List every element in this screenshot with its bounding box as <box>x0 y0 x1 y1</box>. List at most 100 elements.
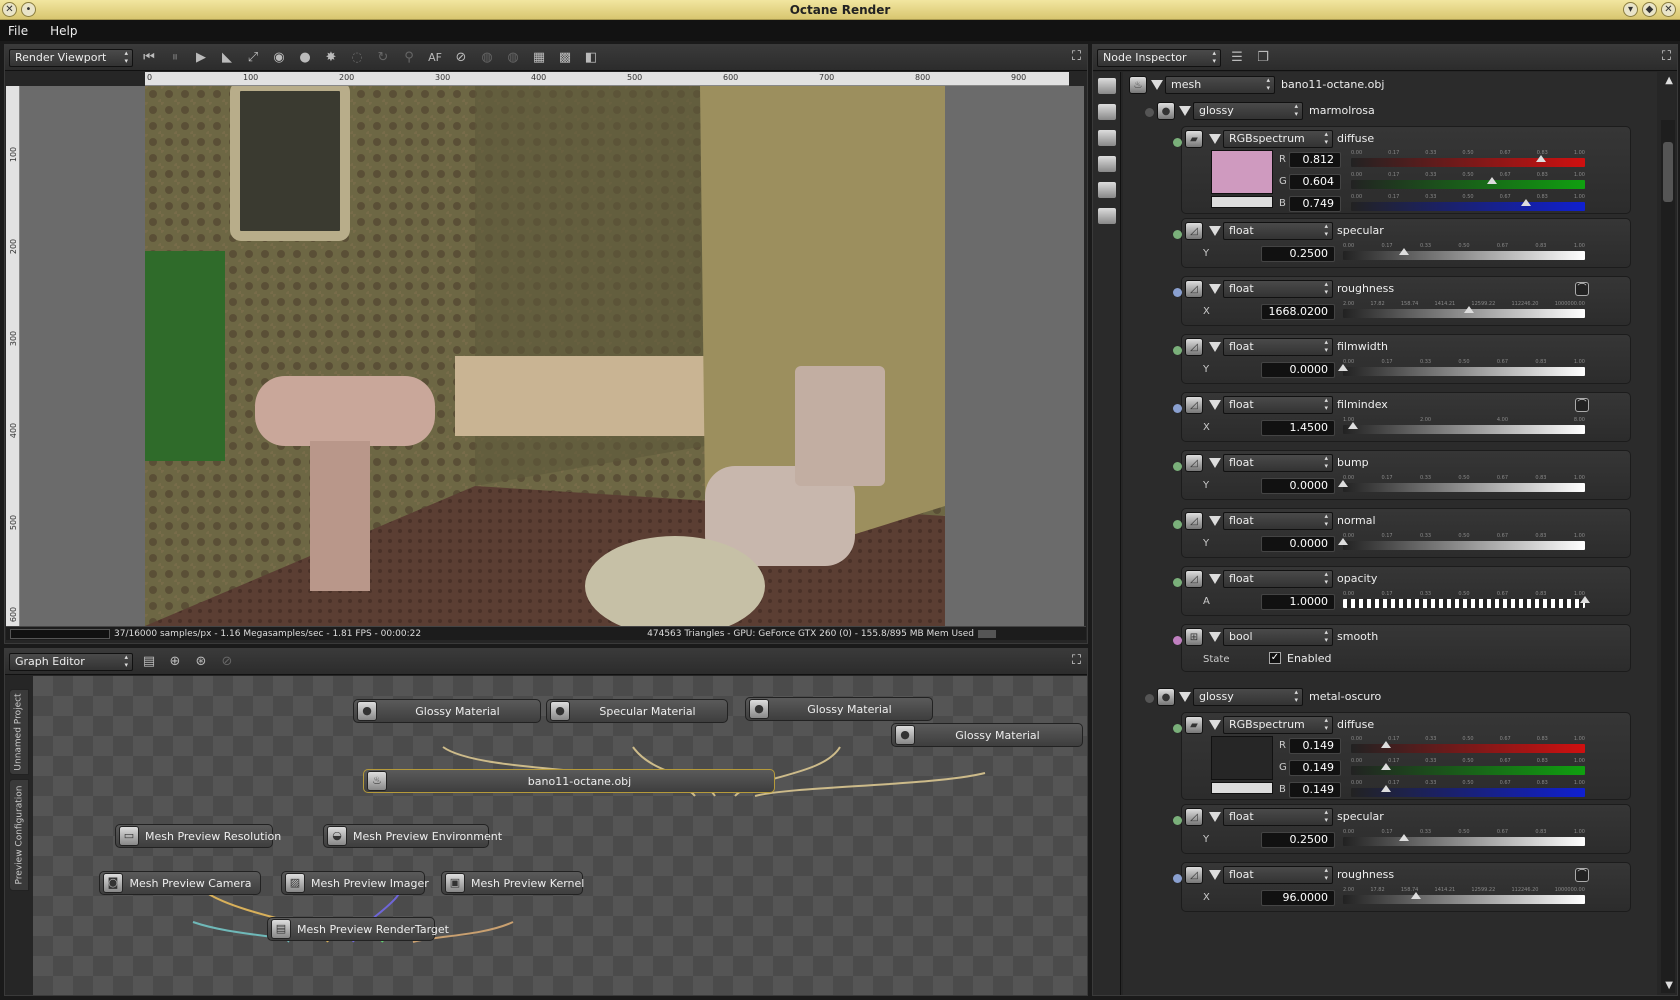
viewport-panel-select[interactable]: Render Viewport <box>9 48 133 67</box>
param-type-select[interactable]: float <box>1223 280 1333 298</box>
inspector-scrollbar[interactable] <box>1661 120 1675 993</box>
float-node-icon[interactable]: ◿ <box>1185 866 1203 884</box>
af-button[interactable]: AF <box>425 49 445 67</box>
float-node-icon[interactable]: ◿ <box>1185 808 1203 826</box>
grid-icon[interactable]: ▦ <box>529 49 549 67</box>
graph-node-specular-material[interactable]: ● Specular Material <box>546 699 728 723</box>
float-node-icon[interactable]: ◿ <box>1185 454 1203 472</box>
param-value-field[interactable]: 0.0000 <box>1261 362 1335 378</box>
slider-thumb[interactable] <box>1338 364 1348 371</box>
channel-r-slider[interactable]: 0.00 0.17 0.33 0.50 0.67 0.83 1.00 <box>1351 736 1585 753</box>
tab-unnamed-project[interactable]: Unnamed Project <box>9 689 29 775</box>
param-type-select[interactable]: float <box>1223 512 1333 530</box>
param-value-field[interactable]: 1668.0200 <box>1261 304 1335 320</box>
window-icon[interactable]: ◧ <box>581 49 601 67</box>
sphere-icon[interactable]: ◍ <box>477 49 497 67</box>
refresh-icon[interactable]: ↻ <box>373 49 393 67</box>
collapse-triangle-icon[interactable] <box>1209 574 1221 584</box>
slider-thumb[interactable] <box>1580 596 1590 603</box>
collapse-triangle-icon[interactable] <box>1179 692 1191 702</box>
param-value-field[interactable]: 1.4500 <box>1261 420 1335 436</box>
graph-node-environment[interactable]: ◒ Mesh Preview Environment <box>323 824 502 848</box>
slider-thumb[interactable] <box>1521 199 1531 206</box>
param-pin-dot[interactable] <box>1173 816 1182 825</box>
slider-thumb[interactable] <box>1381 763 1391 770</box>
maximize-icon[interactable]: ◆ <box>1642 2 1657 17</box>
graph-node-kernel[interactable]: ▣ Mesh Preview Kernel <box>441 871 584 895</box>
channel-r-field[interactable]: 0.149 <box>1289 738 1341 754</box>
copy-icon[interactable]: ❐ <box>1253 49 1273 67</box>
param-pin-dot[interactable] <box>1173 404 1182 413</box>
graph-node-camera[interactable]: ◙ Mesh Preview Camera <box>99 871 261 895</box>
material-sphere-icon[interactable]: ● <box>1157 688 1175 706</box>
param-type-select[interactable]: float <box>1223 454 1333 472</box>
slider-thumb[interactable] <box>1338 480 1348 487</box>
collapse-triangle-icon[interactable] <box>1209 134 1221 144</box>
param-value-field[interactable]: 96.0000 <box>1261 890 1335 906</box>
pick-icon[interactable]: ◣ <box>217 49 237 67</box>
zoom-fit-icon[interactable]: ⤢ <box>243 49 263 67</box>
color-swatch[interactable] <box>1211 736 1273 780</box>
graph-panel-select[interactable]: Graph Editor <box>9 652 133 671</box>
region-icon[interactable]: ◍ <box>503 49 523 67</box>
save-icon[interactable]: ▤ <box>139 653 159 671</box>
play-icon[interactable]: ▶ <box>191 49 211 67</box>
channel-b-field[interactable]: 0.149 <box>1289 782 1341 798</box>
collapse-triangle-icon[interactable] <box>1209 400 1221 410</box>
graph-node-glossy-material-2[interactable]: ● Glossy Material <box>745 697 933 721</box>
param-slider[interactable]: 1.00 2.00 4.00 8.00 <box>1343 417 1585 434</box>
material-icon[interactable]: ⊛ <box>191 653 211 671</box>
collapse-triangle-icon[interactable] <box>1209 342 1221 352</box>
material-sphere-icon[interactable]: ● <box>1157 102 1175 120</box>
scroll-up-icon[interactable]: ▲ <box>1665 75 1673 86</box>
material-picker-icon[interactable]: ● <box>295 49 315 67</box>
channel-g-slider[interactable]: 0.00 0.17 0.33 0.50 0.67 0.83 1.00 <box>1351 172 1585 189</box>
graph-node-glossy-material-3[interactable]: ● Glossy Material <box>891 723 1083 747</box>
param-value-field[interactable]: 1.0000 <box>1261 594 1335 610</box>
param-slider[interactable]: 2.00 17.82 158.74 1414.21 12599.22 112246.20 1… <box>1343 887 1585 904</box>
collapse-triangle-icon[interactable] <box>1209 226 1221 236</box>
param-value-field[interactable]: 0.0000 <box>1261 478 1335 494</box>
graph-node-glossy-material-1[interactable]: ● Glossy Material <box>353 699 541 723</box>
rgb-node-icon[interactable]: ▰ <box>1185 130 1203 148</box>
resolution-icon[interactable] <box>1097 130 1116 146</box>
scroll-down-icon[interactable]: ▼ <box>1665 980 1673 991</box>
collapse-triangle-icon[interactable] <box>1209 632 1221 642</box>
param-type-select[interactable]: float <box>1223 222 1333 240</box>
param-pin-dot[interactable] <box>1173 874 1182 883</box>
slider-thumb[interactable] <box>1487 177 1497 184</box>
graph-node-imager[interactable]: ▨ Mesh Preview Imager <box>281 871 429 895</box>
collapse-triangle-icon[interactable] <box>1209 516 1221 526</box>
imager-icon[interactable] <box>1097 182 1116 198</box>
checker-icon[interactable]: ▩ <box>555 49 575 67</box>
enabled-checkbox[interactable]: ✓ <box>1269 652 1281 664</box>
tab-preview-configuration[interactable]: Preview Configuration <box>9 779 29 891</box>
mesh-icon[interactable] <box>1097 104 1116 120</box>
kernel-icon[interactable] <box>1097 208 1116 224</box>
float-node-icon[interactable]: ◿ <box>1185 280 1203 298</box>
param-slider[interactable]: 0.00 0.17 0.33 0.50 0.67 0.83 1.00 <box>1343 243 1585 260</box>
slider-thumb[interactable] <box>1399 834 1409 841</box>
float-node-icon[interactable]: ◿ <box>1185 338 1203 356</box>
slider-thumb[interactable] <box>1536 155 1546 162</box>
slider-thumb[interactable] <box>1338 538 1348 545</box>
slider-thumb[interactable] <box>1399 248 1409 255</box>
collapse-triangle-icon[interactable] <box>1151 80 1163 90</box>
expand-arrow[interactable] <box>1145 694 1154 703</box>
param-type-select[interactable]: float <box>1223 396 1333 414</box>
param-type-select[interactable]: float <box>1223 808 1333 826</box>
param-pin-dot[interactable] <box>1173 288 1182 297</box>
close-window-icon[interactable]: ✕ <box>1661 2 1676 17</box>
slider-thumb[interactable] <box>1464 306 1474 313</box>
menu-file[interactable]: File <box>8 24 28 38</box>
param-slider[interactable]: 2.00 17.82 158.74 1414.21 12599.22 112246.20 1… <box>1343 301 1585 318</box>
param-value-field[interactable]: 0.2500 <box>1261 246 1335 262</box>
collapse-triangle-icon[interactable] <box>1209 458 1221 468</box>
bool-node-icon[interactable]: ⊞ <box>1185 628 1203 646</box>
float-node-icon[interactable]: ◿ <box>1185 396 1203 414</box>
slider-thumb[interactable] <box>1381 785 1391 792</box>
param-slider[interactable]: 0.00 0.17 0.33 0.50 0.67 0.83 1.00 <box>1338 359 1585 376</box>
slider-thumb[interactable] <box>1411 892 1421 899</box>
channel-g-field[interactable]: 0.604 <box>1289 174 1341 190</box>
param-pin-dot[interactable] <box>1173 724 1182 733</box>
